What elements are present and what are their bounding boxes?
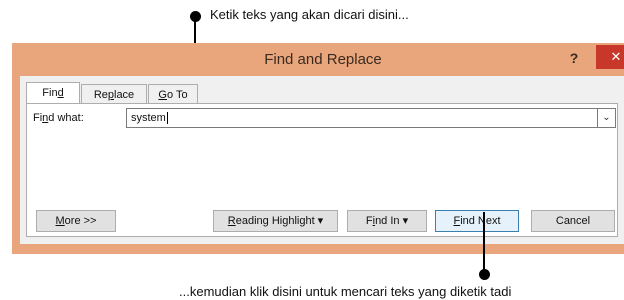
find-next-button[interactable]: Find Next bbox=[435, 210, 519, 232]
cancel-button[interactable]: Cancel bbox=[531, 210, 615, 232]
find-what-value: system bbox=[131, 112, 166, 124]
dialog-title: Find and Replace bbox=[264, 51, 382, 68]
annotation-dot-bottom bbox=[479, 269, 490, 280]
tab-goto[interactable]: Go To bbox=[148, 84, 198, 104]
annotation-bottom-text: ...kemudian klik disini untuk mencari te… bbox=[179, 284, 512, 299]
find-what-label: Find what: bbox=[33, 112, 84, 124]
chevron-down-icon[interactable]: ⌄ bbox=[598, 108, 616, 128]
help-button[interactable]: ? bbox=[564, 48, 584, 68]
background-document bbox=[20, 32, 580, 42]
find-what-input[interactable]: system bbox=[126, 108, 598, 128]
tab-replace[interactable]: Replace bbox=[81, 84, 147, 104]
more-button[interactable]: More >> bbox=[36, 210, 116, 232]
tab-find[interactable]: Find bbox=[26, 82, 80, 104]
annotation-line-bottom bbox=[483, 212, 485, 272]
find-replace-dialog: Find and Replace ? ✕ Find Replace Go To … bbox=[12, 43, 624, 254]
title-bar[interactable]: Find and Replace ? ✕ bbox=[12, 43, 624, 76]
annotation-top-text: Ketik teks yang akan dicari disini... bbox=[210, 7, 409, 22]
text-caret bbox=[166, 112, 168, 125]
dialog-client: Find Replace Go To Find what: system ⌄ M… bbox=[20, 76, 624, 244]
reading-highlight-button[interactable]: Reading Highlight ▾ bbox=[213, 210, 338, 232]
close-button[interactable]: ✕ bbox=[596, 45, 624, 69]
find-in-button[interactable]: Find In ▾ bbox=[347, 210, 427, 232]
